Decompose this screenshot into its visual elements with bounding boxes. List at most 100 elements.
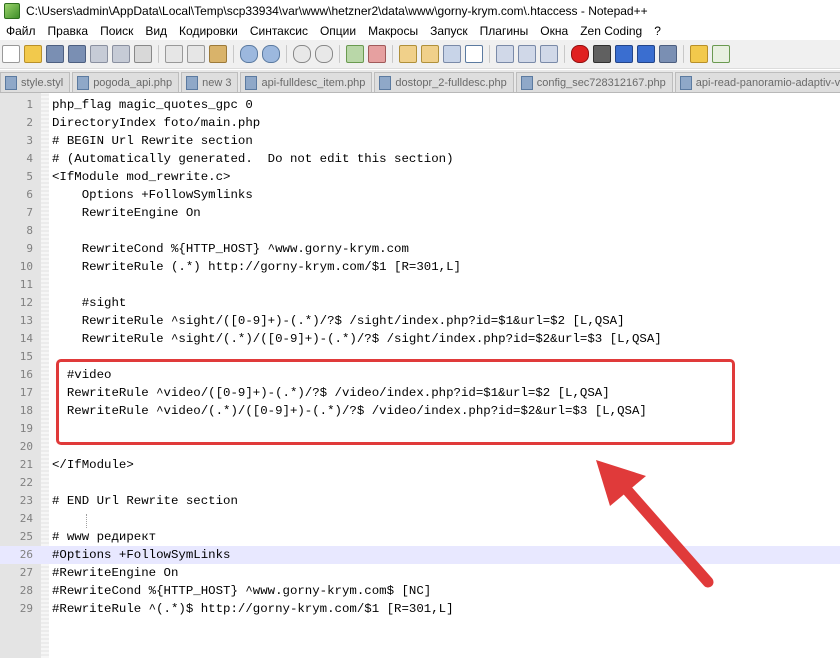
file-tab[interactable]: new 3 <box>181 72 239 92</box>
file-tab-label: dostopr_2-fulldesc.php <box>395 76 507 89</box>
spell-check-icon[interactable] <box>712 45 730 63</box>
user-language-icon[interactable] <box>518 45 536 63</box>
save-all-icon[interactable] <box>68 45 86 63</box>
zoom-in-icon[interactable] <box>346 45 364 63</box>
file-tab[interactable]: dostopr_2-fulldesc.php <box>374 72 514 92</box>
line-number: 4 <box>26 152 33 165</box>
copy-icon[interactable] <box>187 45 205 63</box>
code-text: #Options +FollowSymLinks <box>52 548 231 562</box>
menu-item[interactable]: Вид <box>139 24 173 38</box>
run-macro-multiple-icon[interactable] <box>637 45 655 63</box>
line-number: 6 <box>26 188 33 201</box>
play-macro-icon[interactable] <box>615 45 633 63</box>
file-tab-icon <box>679 75 692 90</box>
undo-icon[interactable] <box>240 45 258 63</box>
line-number: 15 <box>19 350 33 363</box>
code-line[interactable]: 4 # (Automatically generated. Do not edit… <box>0 150 840 168</box>
code-text: #RewriteEngine On <box>52 566 179 580</box>
close-all-icon[interactable] <box>112 45 130 63</box>
menu-item[interactable]: Запуск <box>424 24 474 38</box>
indent-guide-icon[interactable] <box>496 45 514 63</box>
code-line[interactable]: 7 RewriteEngine On <box>0 204 840 222</box>
new-file-icon[interactable] <box>2 45 20 63</box>
print-icon[interactable] <box>134 45 152 63</box>
file-tab-icon <box>77 75 90 90</box>
redo-icon[interactable] <box>262 45 280 63</box>
code-line[interactable]: 9 RewriteCond %{HTTP_HOST} ^www.gorny-kr… <box>0 240 840 258</box>
file-tab[interactable]: config_sec728312167.php <box>515 72 673 92</box>
code-line[interactable]: 13 RewriteRule ^sight/([0-9]+)-(.*)/?$ /… <box>0 312 840 330</box>
line-number: 12 <box>19 296 33 309</box>
menu-item[interactable]: Опции <box>314 24 362 38</box>
code-text: DirectoryIndex foto/main.php <box>52 116 261 130</box>
menu-item[interactable]: Окна <box>534 24 574 38</box>
file-tab-label: pogoda_api.php <box>93 76 173 89</box>
close-icon[interactable] <box>90 45 108 63</box>
open-file-icon[interactable] <box>24 45 42 63</box>
cut-icon[interactable] <box>165 45 183 63</box>
file-tab[interactable]: api-fulldesc_item.php <box>240 72 373 92</box>
find-icon[interactable] <box>293 45 311 63</box>
toolbar-separator <box>158 45 159 63</box>
line-number: 21 <box>19 458 33 471</box>
stop-recording-icon[interactable] <box>593 45 611 63</box>
notepad-plus-plus-icon <box>4 3 20 19</box>
code-line[interactable]: 14 RewriteRule ^sight/(.*)/([0-9]+)-(.*)… <box>0 330 840 348</box>
line-number: 17 <box>19 386 33 399</box>
file-tab[interactable]: style.styl <box>0 72 71 92</box>
menu-item[interactable]: Плагины <box>474 24 535 38</box>
menu-item[interactable]: Поиск <box>94 24 139 38</box>
menu-item[interactable]: Синтаксис <box>244 24 314 38</box>
menu-item[interactable]: Правка <box>42 24 95 38</box>
save-macro-icon[interactable] <box>659 45 677 63</box>
code-line[interactable]: 6 Options +FollowSymlinks <box>0 186 840 204</box>
sync-vertical-icon[interactable] <box>399 45 417 63</box>
line-number: 28 <box>19 584 33 597</box>
code-line[interactable]: 3 # BEGIN Url Rewrite section <box>0 132 840 150</box>
code-text: RewriteCond %{HTTP_HOST} ^www.gorny-krym… <box>52 242 409 256</box>
line-number: 14 <box>19 332 33 345</box>
sync-horizontal-icon[interactable] <box>421 45 439 63</box>
zoom-out-icon[interactable] <box>368 45 386 63</box>
code-line[interactable]: 29 #RewriteRule ^(.*)$ http://gorny-krym.… <box>0 600 840 618</box>
menu-item[interactable]: Кодировки <box>173 24 244 38</box>
save-icon[interactable] <box>46 45 64 63</box>
file-tab[interactable]: pogoda_api.php <box>72 72 180 92</box>
paste-icon[interactable] <box>209 45 227 63</box>
tab-bar: style.styl pogoda_api.php new 3 api-fulldes… <box>0 70 840 93</box>
show-all-characters-icon[interactable] <box>465 45 483 63</box>
code-line[interactable]: 11 <box>0 276 840 294</box>
file-tab-label: config_sec728312167.php <box>536 76 666 89</box>
menu-item[interactable]: ? <box>648 24 667 38</box>
line-number: 8 <box>26 224 33 237</box>
line-number: 19 <box>19 422 33 435</box>
file-tab-label: api-read-panoramio-adaptiv-vko <box>695 76 840 89</box>
code-line[interactable]: 5 <IfModule mod_rewrite.c> <box>0 168 840 186</box>
menu-item[interactable]: Файл <box>0 24 42 38</box>
line-number: 10 <box>19 260 33 273</box>
code-text: #RewriteRule ^(.*)$ http://gorny-krym.co… <box>52 602 454 616</box>
code-line[interactable]: 8 <box>0 222 840 240</box>
document-map-icon[interactable] <box>540 45 558 63</box>
code-text: Options +FollowSymlinks <box>52 188 253 202</box>
toolbar-separator <box>564 45 565 63</box>
code-line[interactable]: 2 DirectoryIndex foto/main.php <box>0 114 840 132</box>
code-text: # (Automatically generated. Do not edit … <box>52 152 454 166</box>
word-wrap-icon[interactable] <box>443 45 461 63</box>
menu-item[interactable]: Zen Coding <box>574 24 648 38</box>
line-number: 13 <box>19 314 33 327</box>
line-number: 29 <box>19 602 33 615</box>
record-macro-icon[interactable] <box>571 45 589 63</box>
code-line[interactable]: 10 RewriteRule (.*) http://gorny-krym.co… <box>0 258 840 276</box>
file-tab-icon <box>379 75 392 90</box>
code-line[interactable]: 1 php_flag magic_quotes_gpc 0 <box>0 96 840 114</box>
file-tab-label: new 3 <box>202 76 232 89</box>
code-text: RewriteRule ^sight/([0-9]+)-(.*)/?$ /sig… <box>52 314 625 328</box>
plugin-folder-icon[interactable] <box>690 45 708 63</box>
file-tab[interactable]: api-read-panoramio-adaptiv-vko <box>674 72 840 92</box>
code-line[interactable]: 12 #sight <box>0 294 840 312</box>
replace-icon[interactable] <box>315 45 333 63</box>
line-number: 16 <box>19 368 33 381</box>
code-text: # END Url Rewrite section <box>52 494 238 508</box>
menu-item[interactable]: Макросы <box>362 24 424 38</box>
